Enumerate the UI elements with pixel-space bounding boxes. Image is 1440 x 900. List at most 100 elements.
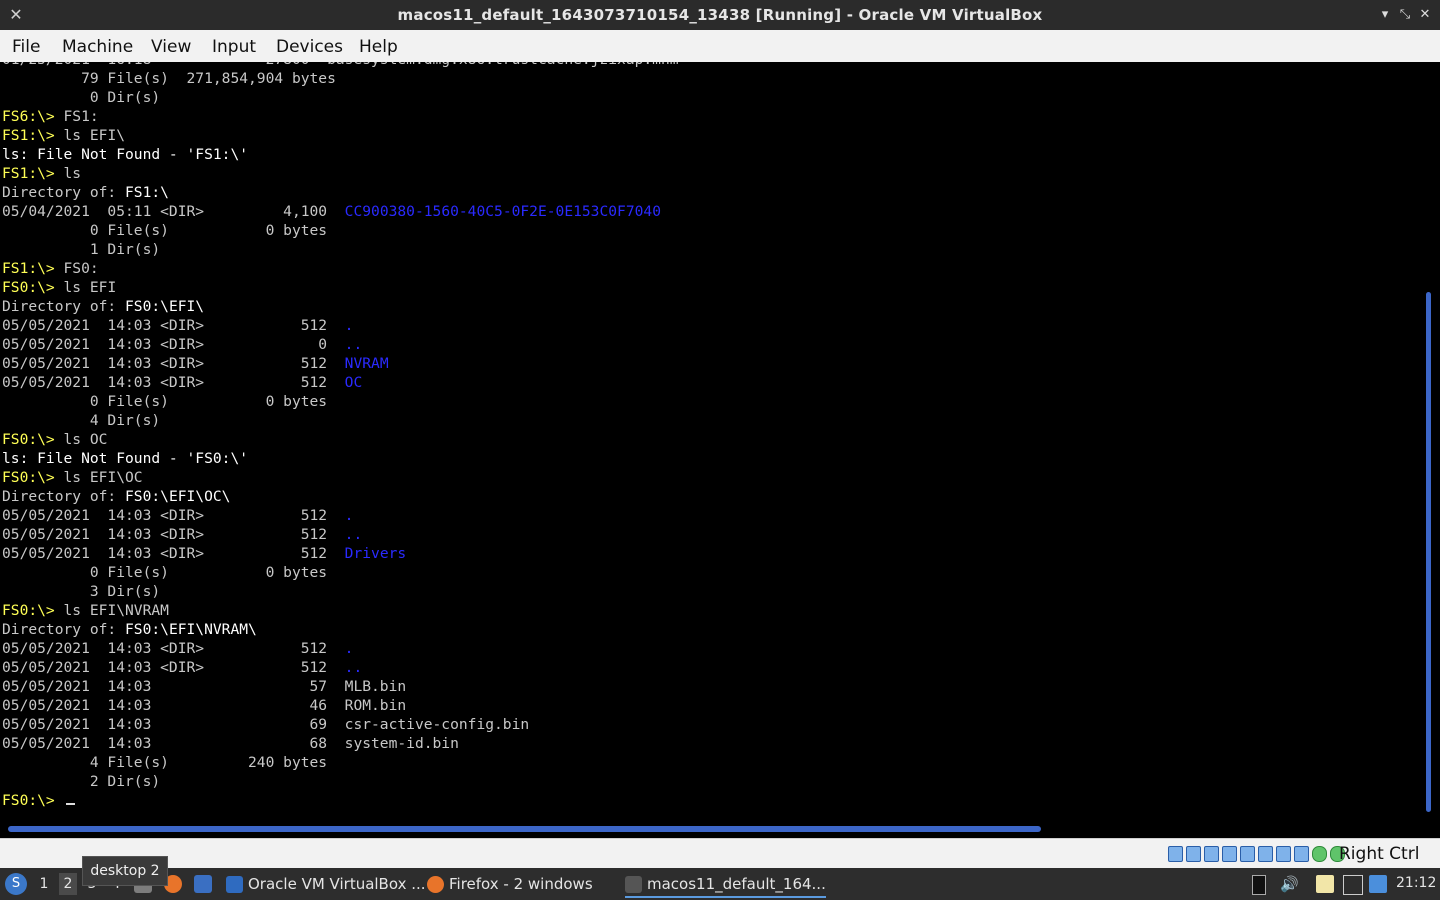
terminal-text: 4 File(s) 240 bytes: [2, 754, 328, 771]
menu-machine[interactable]: Machine: [62, 37, 133, 57]
terminal-text: 05/05/2021 14:03 <DIR> 512: [2, 317, 345, 334]
task-label: macos11_default_164...: [647, 875, 826, 893]
terminal-line: ls: File Not Found - 'FS0:\': [2, 449, 679, 468]
terminal-text: Directory of:: [2, 298, 126, 315]
terminal-text: FS0:: [63, 260, 99, 277]
display-icon[interactable]: [1276, 846, 1291, 862]
cpu-icon[interactable]: [1312, 846, 1327, 862]
terminal-text: FS1:\: [125, 184, 169, 201]
task-vm-window[interactable]: macos11_default_164...: [625, 872, 826, 898]
terminal-line: 05/05/2021 14:03 <DIR> 512 .: [2, 316, 679, 335]
status-icons: [1168, 846, 1345, 862]
menu-input[interactable]: Input: [212, 37, 256, 57]
directory-entry: .: [344, 640, 354, 657]
task-virtualbox-manager[interactable]: Oracle VM VirtualBox ...: [226, 872, 426, 896]
shell-prompt: FS0:\>: [2, 602, 64, 619]
shell-prompt: FS6:\>: [2, 108, 64, 125]
virtualbox-icon: [226, 876, 243, 893]
menu-view[interactable]: View: [151, 37, 191, 57]
terminal-text: ls EFI\NVRAM: [63, 602, 169, 619]
terminal-text: ls: [63, 165, 82, 182]
terminal-text: 05/05/2021 14:03 <DIR> 512: [2, 640, 345, 657]
battery-icon[interactable]: [1252, 875, 1266, 895]
terminal-line: FS0:\> ls EFI: [2, 278, 679, 297]
terminal-text: Directory of:: [2, 621, 126, 638]
terminal-line: 0 File(s) 0 bytes: [2, 563, 679, 582]
terminal-text: 05/04/2021 05:11 <DIR> 4,100: [2, 203, 345, 220]
vm-status-bar: Right Ctrl: [0, 838, 1440, 869]
terminal-line: 4 File(s) 240 bytes: [2, 753, 679, 772]
window-title: macos11_default_1643073710154_13438 [Run…: [397, 6, 1043, 24]
display-icon[interactable]: [1343, 875, 1363, 895]
terminal-text: 05/05/2021 14:03 <DIR> 512: [2, 355, 345, 372]
terminal-line: 05/05/2021 14:03 <DIR> 0 ..: [2, 335, 679, 354]
directory-entry: .: [344, 507, 354, 524]
terminal-text: ls EFI: [63, 279, 117, 296]
network-icon[interactable]: [1222, 846, 1237, 862]
shell-prompt: FS1:\>: [2, 260, 64, 277]
task-firefox[interactable]: Firefox - 2 windows: [427, 872, 593, 896]
shell-prompt: FS1:\>: [2, 127, 64, 144]
close-icon[interactable]: ✕: [1416, 6, 1434, 24]
terminal-line: 05/05/2021 14:03 <DIR> 512 Drivers: [2, 544, 679, 563]
vm-display[interactable]: 01/25/2021 16:18 27800 basesystem.dmg.x8…: [0, 62, 1440, 838]
optical-drive-icon[interactable]: [1186, 846, 1201, 862]
directory-entry: ..: [344, 526, 363, 543]
terminal-text: 05/05/2021 14:03 <DIR> 512: [2, 374, 345, 391]
terminal-text: 05/05/2021 14:03 57 MLB.bin: [2, 678, 407, 695]
taskbar: S 1 2 3 4 Oracle VM VirtualBox ... Firef…: [0, 868, 1440, 900]
shell-prompt: FS0:\>: [2, 279, 64, 296]
terminal-line: 0 File(s) 0 bytes: [2, 392, 679, 411]
terminal-line: 1 Dir(s): [2, 240, 679, 259]
terminal-text: 0 Dir(s): [2, 89, 161, 106]
menu-bar: File Machine View Input Devices Help: [0, 30, 1440, 63]
terminal-text: 05/05/2021 14:03 <DIR> 512: [2, 507, 345, 524]
terminal-line: FS6:\> FS1:: [2, 107, 679, 126]
shell-prompt: FS1:\>: [2, 165, 64, 182]
horizontal-scrollbar[interactable]: [8, 826, 1041, 832]
maximize-icon[interactable]: ⤡: [1396, 6, 1414, 24]
hard-disk-icon[interactable]: [1168, 846, 1183, 862]
menu-devices[interactable]: Devices: [276, 37, 343, 57]
terminal-line: 05/05/2021 14:03 68 system-id.bin: [2, 734, 679, 753]
terminal-line: 05/04/2021 05:11 <DIR> 4,100 CC900380-15…: [2, 202, 679, 221]
terminal-line: 79 File(s) 271,854,904 bytes: [2, 69, 679, 88]
terminal-line: 01/25/2021 16:18 27800 basesystem.dmg.x8…: [2, 62, 679, 69]
network-icon[interactable]: [1369, 875, 1387, 893]
terminal-text: ls: File Not Found - 'FS1:\': [2, 146, 249, 163]
shared-folders-icon[interactable]: [1258, 846, 1273, 862]
terminal-line: 05/05/2021 14:03 <DIR> 512 OC: [2, 373, 679, 392]
minimize-icon[interactable]: ▾: [1376, 6, 1394, 24]
vertical-scrollbar[interactable]: [1426, 292, 1431, 812]
terminal-text: FS0:\EFI\NVRAM\: [125, 621, 257, 638]
menu-file[interactable]: File: [12, 37, 40, 57]
terminal-line: 3 Dir(s): [2, 582, 679, 601]
recording-icon[interactable]: [1294, 846, 1309, 862]
task-label: Oracle VM VirtualBox ...: [248, 875, 426, 893]
terminal-line: 0 File(s) 0 bytes: [2, 221, 679, 240]
terminal-text: 01/25/2021 16:18 27800 basesystem.dmg.x8…: [2, 62, 679, 68]
directory-entry: .: [344, 317, 354, 334]
show-desktop-icon[interactable]: [194, 875, 212, 893]
audio-icon[interactable]: [1204, 846, 1219, 862]
terminal-line: FS1:\> ls: [2, 164, 679, 183]
volume-icon[interactable]: 🔊: [1280, 875, 1299, 893]
directory-entry: NVRAM: [344, 355, 389, 372]
terminal-text: Directory of:: [2, 488, 126, 505]
terminal-line: 05/05/2021 14:03 <DIR> 512 .: [2, 639, 679, 658]
terminal-text: 0 File(s) 0 bytes: [2, 564, 328, 581]
directory-entry: ..: [344, 336, 363, 353]
desktop-1-button[interactable]: 1: [35, 873, 53, 895]
terminal-line: Directory of: FS0:\EFI\OC\: [2, 487, 679, 506]
terminal-text: ls: File Not Found - 'FS0:\': [2, 450, 249, 467]
menu-help[interactable]: Help: [359, 37, 398, 57]
desktop-2-button[interactable]: 2: [59, 873, 77, 895]
notes-icon[interactable]: [1316, 875, 1334, 893]
usb-icon[interactable]: [1240, 846, 1255, 862]
terminal-line: 05/05/2021 14:03 <DIR> 512 .: [2, 506, 679, 525]
terminal-line: 05/05/2021 14:03 57 MLB.bin: [2, 677, 679, 696]
start-menu-icon[interactable]: S: [5, 873, 27, 895]
terminal-text: 05/05/2021 14:03 46 ROM.bin: [2, 697, 407, 714]
directory-entry: CC900380-1560-40C5-0F2E-0E153C0F7040: [344, 203, 661, 220]
terminal-text: 05/05/2021 14:03 69 csr-active-config.bi…: [2, 716, 530, 733]
